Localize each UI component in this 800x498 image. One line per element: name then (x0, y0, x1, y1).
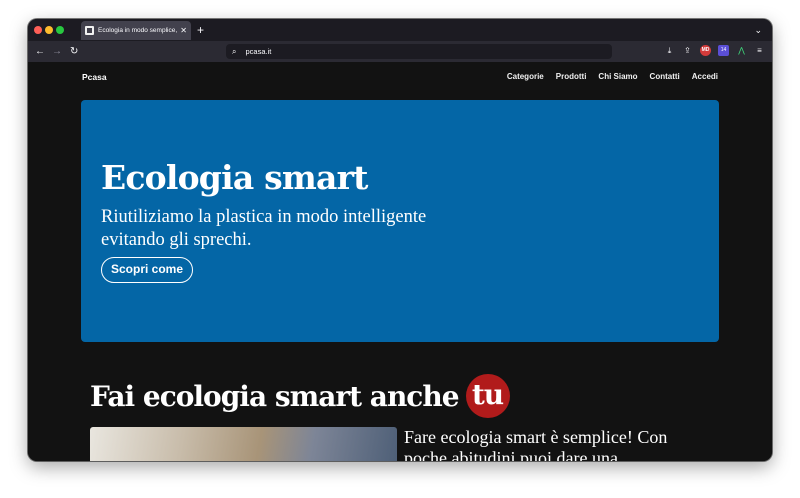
close-tab-icon[interactable]: ✕ (180, 26, 187, 35)
hero-title: Ecologia smart (101, 158, 368, 197)
article-photo (90, 427, 397, 461)
web-page: Pcasa Categorie Prodotti Chi Siamo Conta… (28, 62, 772, 461)
tab-title: Ecologia in modo semplice, pro (98, 27, 178, 34)
nav-link-prodotti[interactable]: Prodotti (556, 72, 587, 81)
discover-button[interactable]: Scopri come (101, 257, 194, 283)
vpn-extension-icon[interactable]: ⋀ (736, 45, 747, 56)
tab-strip: Ecologia in modo semplice, pro ✕ + ⌄ (28, 19, 772, 41)
tab-list-icon[interactable]: ⌄ (754, 22, 762, 38)
article-intro-text: Fare ecologia smart è semplice! Con poch… (404, 427, 668, 461)
minimize-window-button[interactable] (45, 26, 53, 34)
site-logo[interactable]: Pcasa (82, 72, 107, 82)
back-icon[interactable]: ← (35, 44, 45, 59)
nav-link-contatti[interactable]: Contatti (650, 72, 680, 81)
url-text[interactable]: pcasa.it (245, 47, 271, 56)
navigation-bar: ← → ↻ ⌕ pcasa.it ⤓ ⇪ MD 14 ⋀ ≡ (28, 41, 772, 62)
browser-window: Ecologia in modo semplice, pro ✕ + ⌄ ← →… (28, 19, 772, 461)
hero-banner: Ecologia smart Riutiliziamo la plastica … (81, 100, 719, 342)
reload-icon[interactable]: ↻ (70, 44, 78, 59)
active-tab[interactable]: Ecologia in modo semplice, pro ✕ (81, 21, 191, 40)
section-title: Fai ecologia smart anche tu (90, 374, 510, 418)
hero-subtitle: Riutiliziamo la plastica in modo intelli… (101, 207, 427, 250)
hamburger-menu-icon[interactable]: ≡ (754, 45, 765, 56)
tu-badge: tu (465, 374, 510, 418)
section-title-text: Fai ecologia smart anche (90, 379, 460, 413)
close-window-button[interactable] (34, 26, 42, 34)
maximize-window-button[interactable] (56, 26, 64, 34)
site-navigation: Categorie Prodotti Chi Siamo Contatti Ac… (507, 72, 718, 81)
download-icon[interactable]: ⤓ (664, 45, 675, 56)
forward-icon[interactable]: → (52, 44, 62, 59)
extension-icon[interactable]: MD (700, 45, 711, 56)
extension-badge-icon[interactable]: 14 (718, 45, 729, 56)
nav-link-chi-siamo[interactable]: Chi Siamo (598, 72, 637, 81)
search-icon: ⌕ (232, 46, 237, 56)
share-icon[interactable]: ⇪ (682, 45, 693, 56)
nav-link-categorie[interactable]: Categorie (507, 72, 544, 81)
address-bar[interactable]: ⌕ pcasa.it (226, 44, 612, 59)
favicon-icon (85, 26, 94, 35)
new-tab-button[interactable]: + (197, 22, 204, 38)
nav-link-accedi[interactable]: Accedi (692, 72, 718, 81)
